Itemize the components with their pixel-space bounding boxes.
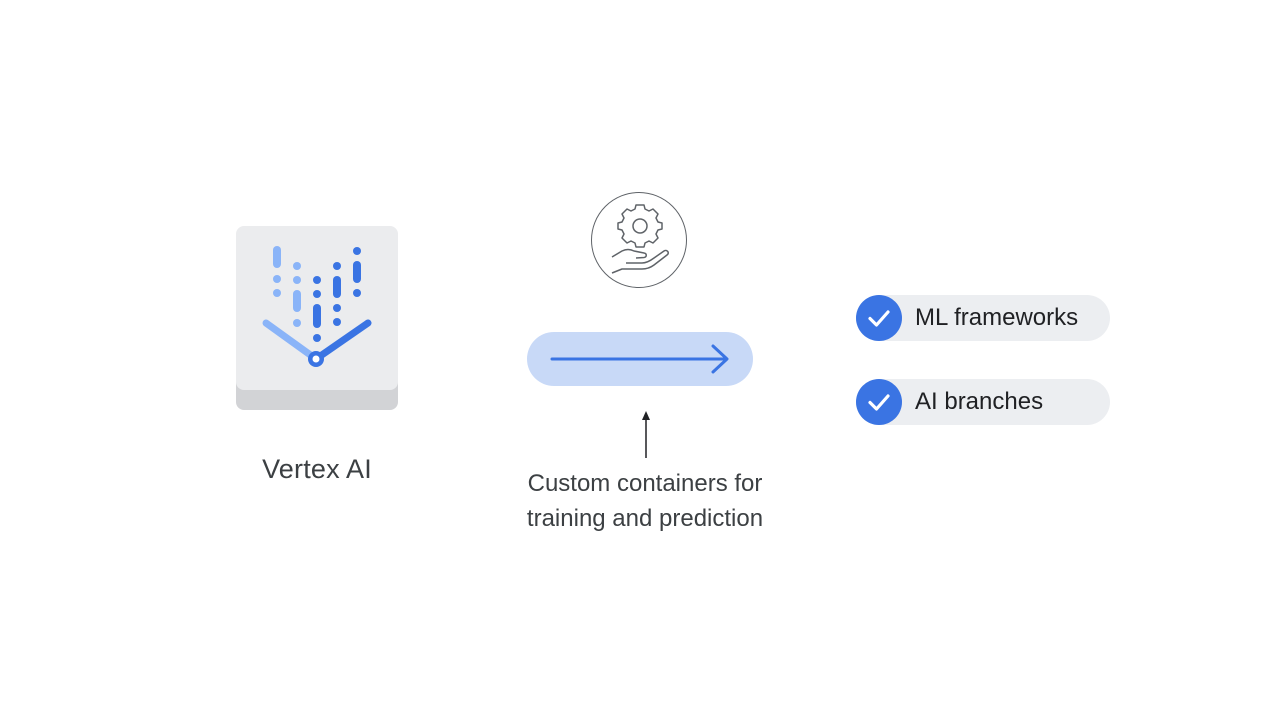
gear-in-hand-icon: [591, 192, 687, 288]
checkmark-icon: [868, 310, 890, 327]
checklist-label: AI branches: [915, 388, 1044, 415]
check-badge: [856, 379, 902, 425]
checklist-item-ml-frameworks: ML frameworks: [856, 295, 1110, 341]
vertex-ai-tile: [236, 226, 398, 390]
check-badge: [856, 295, 902, 341]
right-arrow-icon: [550, 344, 729, 374]
checklist-item-ai-branches: AI branches: [856, 379, 1110, 425]
caption-line-1: Custom containers for: [527, 470, 763, 497]
vertex-ai-label: Vertex AI: [262, 454, 372, 484]
custom-containers-caption: Custom containers for training and predi…: [500, 466, 790, 536]
vertex-ai-logo-icon: [262, 246, 372, 367]
checklist-label: ML frameworks: [915, 304, 1079, 331]
checkmark-icon: [868, 394, 890, 411]
caption-line-2: training and prediction: [526, 505, 764, 532]
flow-arrow-pill: [527, 332, 753, 386]
up-arrow-icon: [642, 411, 650, 458]
